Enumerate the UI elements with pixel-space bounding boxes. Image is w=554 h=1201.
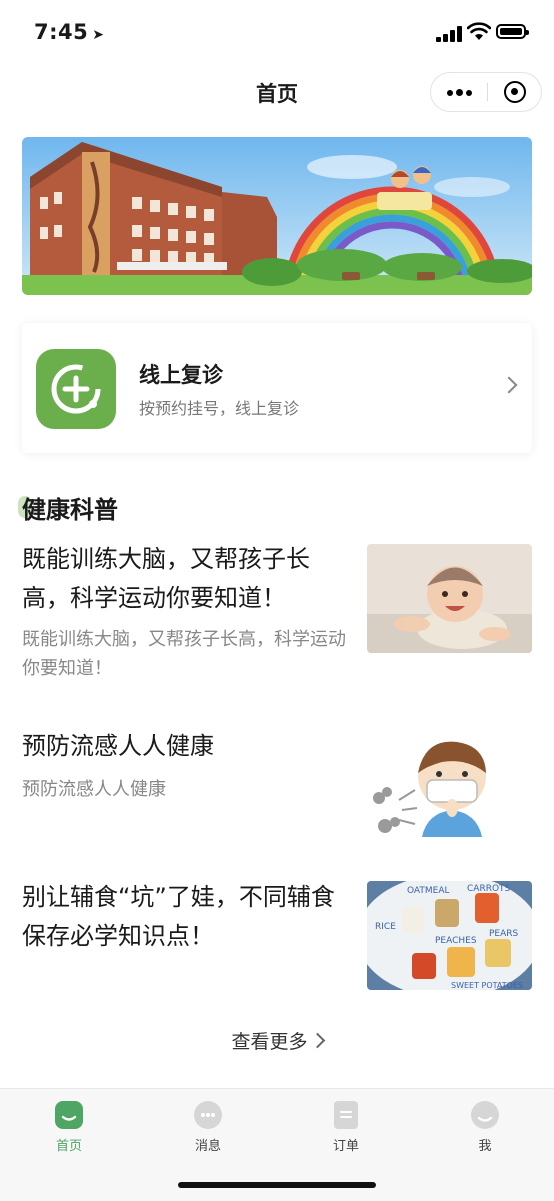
online-revisit-icon — [36, 349, 116, 429]
home-icon — [55, 1101, 83, 1129]
profile-icon — [471, 1101, 499, 1129]
battery-icon — [496, 24, 529, 39]
wifi-icon — [467, 22, 491, 40]
online-revisit-card[interactable]: 线上复诊 按预约挂号，线上复诊 — [22, 323, 532, 453]
tab-home[interactable]: 首页 — [29, 1101, 109, 1154]
article-item[interactable]: 预防流感人人健康 预防流感人人健康 — [0, 725, 554, 845]
article-title: 预防流感人人健康 — [22, 732, 214, 760]
tab-label: 消息 — [194, 1139, 221, 1154]
thumb-label: PEACHES — [435, 936, 477, 946]
hospital-banner[interactable] — [22, 137, 532, 295]
article-title: 别让辅食“坑”了娃，不同辅食保存必学知识点！ — [22, 883, 335, 950]
tab-label: 我 — [478, 1139, 492, 1154]
thumb-label: RICE — [375, 922, 396, 932]
article-item[interactable]: 既能训练大脑，又帮孩子长高，科学运动你要知道！ 既能训练大脑，又帮孩子长高，科学… — [0, 540, 554, 690]
article-item[interactable]: 别让辅食“坑”了娃，不同辅食保存必学知识点！ OATMEAL CARROTS R… — [0, 878, 554, 998]
view-more-link[interactable]: 查看更多 — [0, 1027, 554, 1054]
more-options-button[interactable] — [431, 73, 487, 111]
article-title: 既能训练大脑，又帮孩子长高，科学运动你要知道！ — [22, 545, 310, 612]
section-title: 健康科普 — [22, 496, 118, 524]
tab-profile[interactable]: 我 — [445, 1101, 525, 1154]
location-arrow-icon: ➤ — [92, 27, 105, 43]
nav-bar: 首页 — [0, 62, 554, 124]
order-icon — [334, 1101, 358, 1129]
chevron-right-icon — [500, 376, 518, 394]
home-indicator — [178, 1182, 376, 1188]
thumb-label: PEARS — [489, 929, 519, 939]
chevron-right-icon — [309, 1032, 325, 1049]
status-bar: 7:45 ➤ — [0, 0, 554, 62]
status-time-text: 7:45 — [34, 20, 89, 44]
tab-label: 首页 — [55, 1139, 82, 1154]
tab-messages[interactable]: 消息 — [168, 1101, 248, 1154]
banner-illustration — [22, 137, 532, 295]
thumb-label: SWEET POTATOES — [451, 981, 523, 990]
miniprogram-capsule — [430, 72, 542, 112]
article-desc: 预防流感人人健康 — [22, 779, 166, 800]
service-title: 线上复诊 — [139, 363, 223, 387]
article-thumb-baby — [367, 544, 532, 653]
close-miniprogram-button[interactable] — [504, 81, 526, 103]
status-time: 7:45 ➤ — [34, 20, 104, 44]
service-subtitle: 按预约挂号，线上复诊 — [139, 399, 300, 418]
thumb-label: CARROTS — [467, 884, 511, 894]
article-thumb-flu-kid — [367, 728, 532, 837]
capsule-divider — [487, 83, 488, 101]
tab-orders[interactable]: 订单 — [306, 1101, 386, 1154]
tab-label: 订单 — [332, 1139, 359, 1154]
view-more-label: 查看更多 — [231, 1031, 308, 1053]
thumb-label: OATMEAL — [407, 886, 450, 896]
article-thumb-baby-food: OATMEAL CARROTS RICE PEACHES PEARS SWEET… — [367, 881, 532, 990]
signal-icon — [436, 26, 464, 42]
message-icon — [194, 1101, 222, 1129]
article-desc: 既能训练大脑，又帮孩子长高，科学运动你要知道！ — [22, 629, 346, 679]
